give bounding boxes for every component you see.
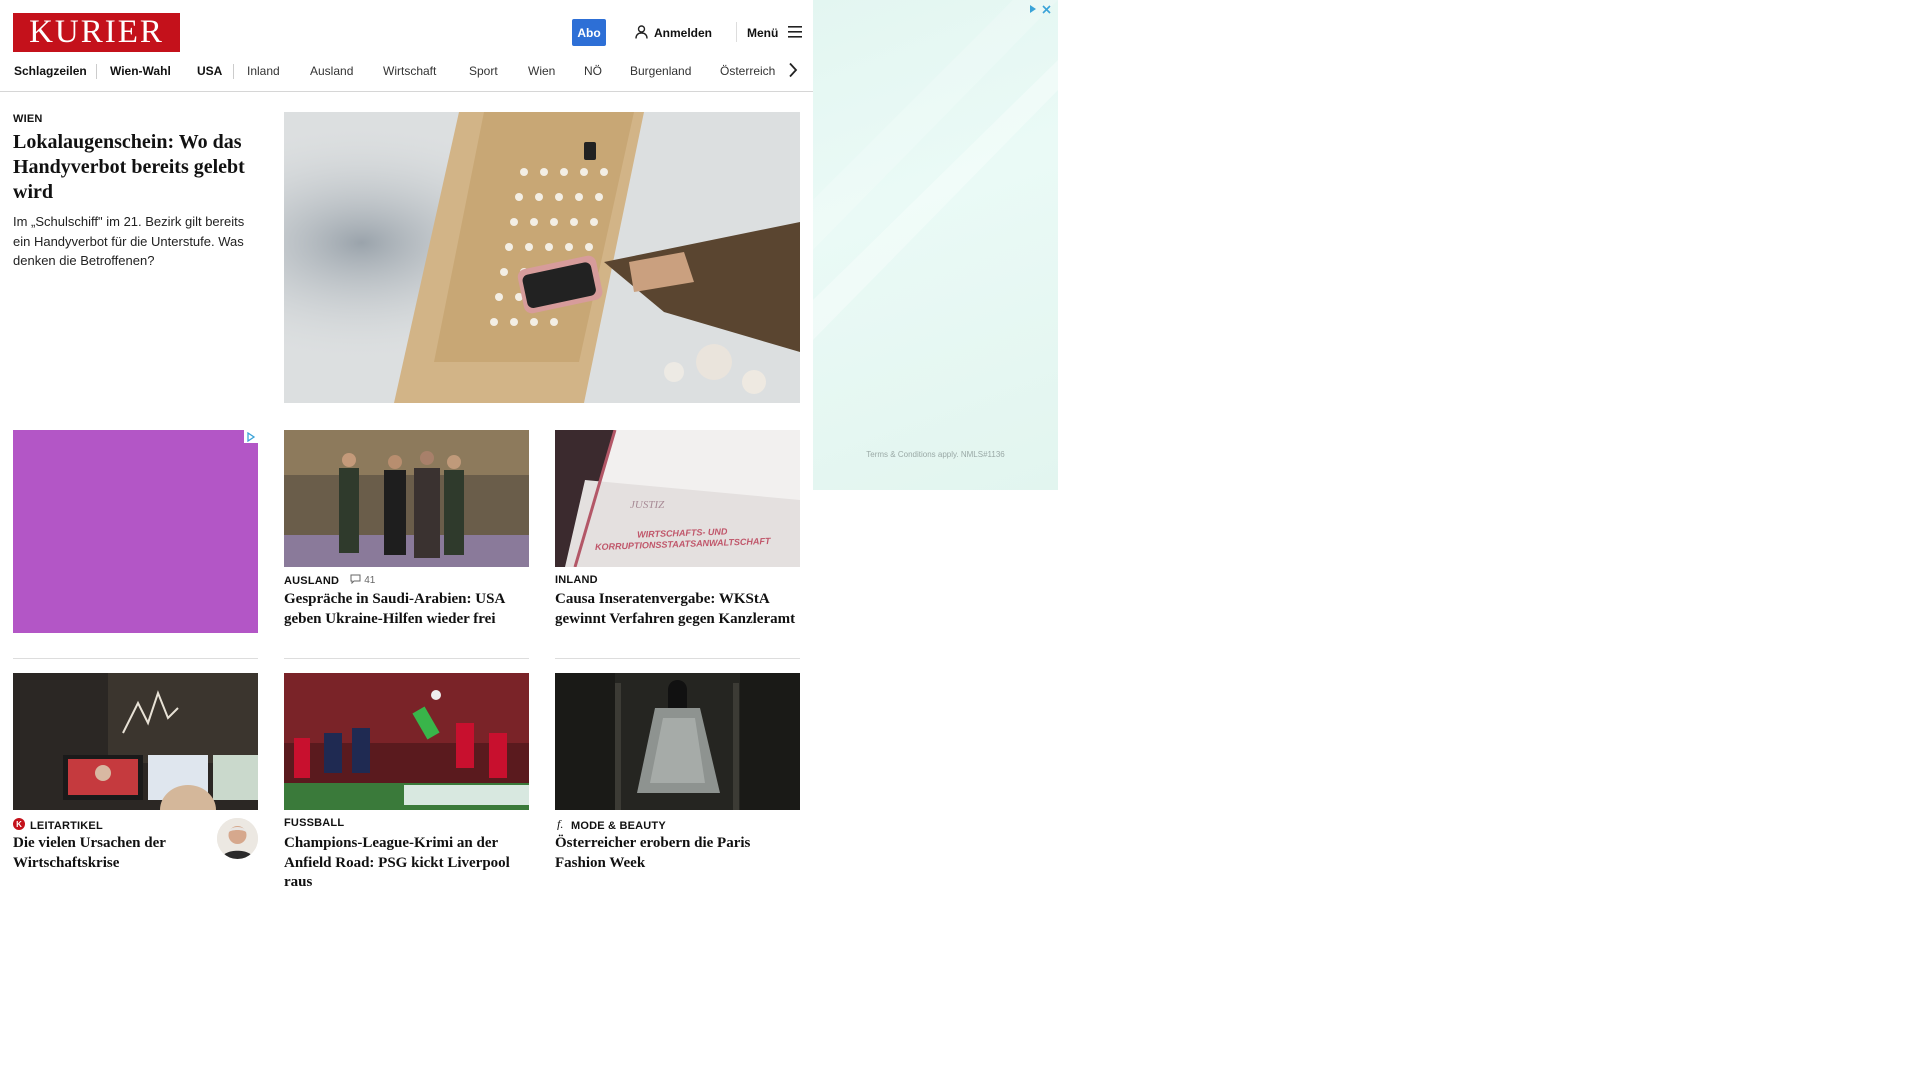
card-headline[interactable]: Die vielen Ursachen der Wirtschaftskrise [13, 834, 213, 873]
row-divider [284, 658, 529, 659]
nav-item-burgenland[interactable]: Burgenland [630, 64, 691, 78]
card-headline[interactable]: Champions-League-Krimi an der Anfield Ro… [284, 834, 529, 893]
kurier-homepage: KURIER Abo Anmelden Menü Schlagzeilen Wi… [0, 0, 813, 890]
comment-count-value: 41 [364, 575, 376, 586]
abo-button[interactable]: Abo [572, 19, 606, 46]
adchoices-icon[interactable] [1028, 1, 1038, 19]
card-image-wksta[interactable]: JUSTIZ WIRTSCHAFTS- UND KORRUPTIONSSTAAT… [555, 430, 800, 567]
hamburger-icon [788, 25, 803, 41]
card-rubric[interactable]: MODE & BEAUTY [571, 820, 666, 832]
login-label: Anmelden [654, 26, 713, 40]
advertisement-banner[interactable] [13, 430, 258, 633]
nav-item-wirtschaft[interactable]: Wirtschaft [383, 64, 436, 78]
card-headline[interactable]: Causa Inseratenvergabe: WKStA gewinnt Ve… [555, 590, 800, 629]
author-avatar[interactable] [217, 818, 258, 859]
card-rubric-row: K LEITARTIKEL [13, 817, 103, 835]
menu-label: Menü [747, 26, 779, 40]
card-image-saudi-talks[interactable] [284, 430, 529, 567]
card-rubric[interactable]: FUSSBALL [284, 817, 344, 829]
nav-divider [233, 64, 234, 79]
nav-item-inland[interactable]: Inland [247, 64, 280, 78]
kurier-logo[interactable]: KURIER [13, 13, 180, 52]
nav-item-sport[interactable]: Sport [469, 64, 498, 78]
card-rubric-row: INLAND [555, 574, 598, 586]
card-rubric-row: FUSSBALL [284, 817, 344, 829]
close-ad-icon[interactable] [1042, 1, 1051, 19]
row-divider [13, 658, 258, 659]
nav-item-wien-wahl[interactable]: Wien-Wahl [110, 64, 171, 78]
svg-text:K: K [16, 820, 22, 829]
lead-headline[interactable]: Lokalaugenschein: Wo das Handyverbot ber… [13, 130, 258, 205]
nav-item-noe[interactable]: NÖ [584, 64, 602, 78]
nav-item-schlagzeilen[interactable]: Schlagzeilen [14, 64, 87, 78]
ad-terms-text: Terms & Conditions apply. NMLS#1136 [866, 450, 1005, 459]
fashion-f-icon: f. [555, 817, 566, 835]
nav-item-usa[interactable]: USA [197, 64, 222, 78]
adchoices-icon[interactable] [244, 430, 258, 443]
card-rubric[interactable]: AUSLAND [284, 575, 339, 587]
card-image-stock-exchange[interactable] [13, 673, 258, 810]
lead-rubric[interactable]: WIEN [13, 113, 43, 125]
card-rubric-row: f. MODE & BEAUTY [555, 817, 666, 835]
card-rubric-row: AUSLAND 41 [284, 574, 375, 587]
nav-item-wien[interactable]: Wien [528, 64, 555, 78]
section-nav: Schlagzeilen Wien-Wahl USA Inland Auslan… [0, 58, 813, 92]
comment-count[interactable]: 41 [350, 574, 375, 587]
chevron-right-icon[interactable] [787, 62, 799, 83]
comment-icon [350, 574, 361, 587]
svg-text:f.: f. [557, 817, 563, 830]
lead-teaser[interactable]: Im „Schulschiff" im 21. Bezirk gilt bere… [13, 212, 258, 271]
sidebar-advertisement[interactable]: Terms & Conditions apply. NMLS#1136 [813, 0, 1058, 490]
menu-button[interactable]: Menü [747, 24, 803, 42]
header-divider [736, 22, 737, 42]
login-button[interactable]: Anmelden [635, 24, 712, 42]
card-image-football[interactable] [284, 673, 529, 810]
nav-item-ausland[interactable]: Ausland [310, 64, 353, 78]
card-rubric[interactable]: INLAND [555, 574, 598, 586]
lead-image-phone-locker[interactable] [284, 112, 800, 403]
card-rubric[interactable]: LEITARTIKEL [30, 820, 103, 832]
nav-divider [96, 64, 97, 79]
card-headline[interactable]: Gespräche in Saudi-Arabien: USA geben Uk… [284, 590, 529, 629]
user-icon [635, 24, 648, 42]
ad-controls [1028, 1, 1051, 19]
nav-item-oesterreich[interactable]: Österreich [720, 64, 775, 78]
card-image-fashion[interactable] [555, 673, 800, 810]
kurier-k-icon: K [13, 817, 25, 835]
wksta-logo-text: JUSTIZ [630, 499, 665, 511]
row-divider [555, 658, 800, 659]
card-headline[interactable]: Österreicher erobern die Paris Fashion W… [555, 834, 800, 873]
